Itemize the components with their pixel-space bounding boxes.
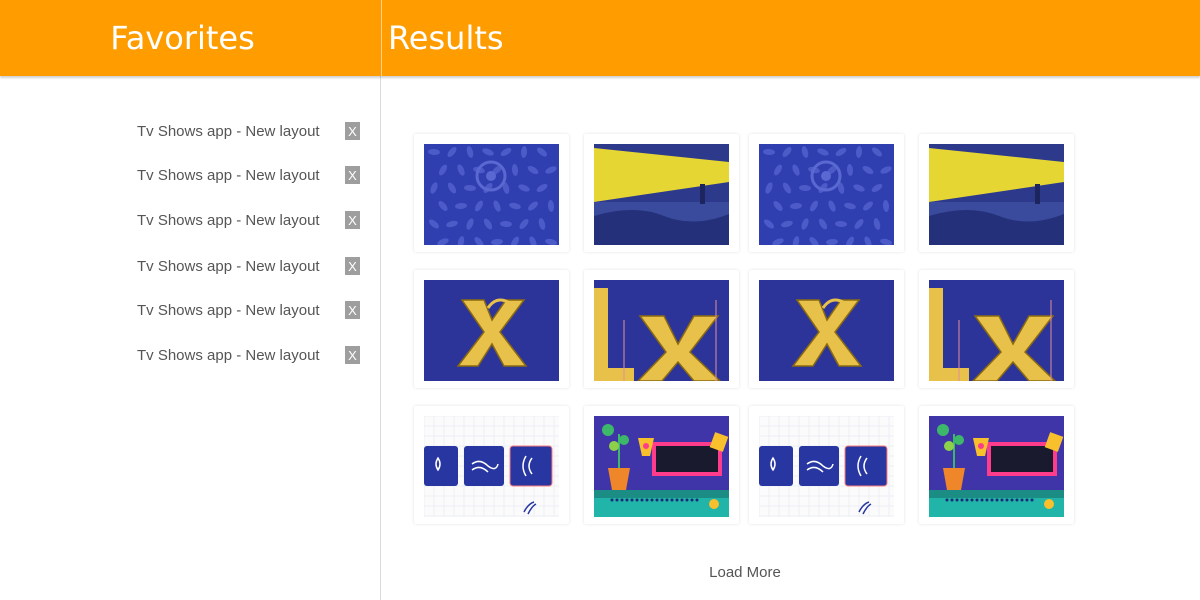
remove-favorite-button[interactable]: X <box>345 166 360 184</box>
letter-lx-thumbnail[interactable] <box>929 280 1064 381</box>
remove-favorite-button[interactable]: X <box>345 122 360 140</box>
blue-pattern-thumbnail[interactable] <box>759 144 894 245</box>
load-more-button[interactable]: Load More <box>702 564 788 581</box>
result-card[interactable] <box>414 270 569 388</box>
water-icons-thumbnail[interactable] <box>759 416 894 517</box>
favorite-label[interactable]: Tv Shows app - New layout <box>137 123 320 140</box>
letter-x-thumbnail[interactable] <box>759 280 894 381</box>
favorites-header: Favorites <box>0 0 381 76</box>
result-card[interactable] <box>749 406 904 524</box>
app-header: Favorites Results <box>0 0 1200 76</box>
flower-illustration-thumbnail[interactable] <box>594 416 729 517</box>
result-card[interactable] <box>414 406 569 524</box>
favorite-label[interactable]: Tv Shows app - New layout <box>137 212 320 229</box>
lighthouse-thumbnail[interactable] <box>929 144 1064 245</box>
result-card[interactable] <box>749 270 904 388</box>
results-panel: Load More <box>382 76 1200 600</box>
result-card[interactable] <box>584 134 739 252</box>
result-card[interactable] <box>584 406 739 524</box>
result-card[interactable] <box>584 270 739 388</box>
header-divider <box>381 0 382 76</box>
letter-lx-thumbnail[interactable] <box>594 280 729 381</box>
favorite-label[interactable]: Tv Shows app - New layout <box>137 302 320 319</box>
favorite-item[interactable]: Tv Shows app - New layout X <box>137 121 360 141</box>
results-header: Results <box>388 0 504 76</box>
blue-pattern-thumbnail[interactable] <box>424 144 559 245</box>
letter-x-thumbnail[interactable] <box>424 280 559 381</box>
favorite-item[interactable]: Tv Shows app - New layout X <box>137 256 360 276</box>
result-card[interactable] <box>919 406 1074 524</box>
lighthouse-thumbnail[interactable] <box>594 144 729 245</box>
remove-favorite-button[interactable]: X <box>345 211 360 229</box>
result-card[interactable] <box>749 134 904 252</box>
results-title: Results <box>388 19 504 57</box>
result-card[interactable] <box>919 134 1074 252</box>
remove-favorite-button[interactable]: X <box>345 346 360 364</box>
result-card[interactable] <box>414 134 569 252</box>
remove-favorite-button[interactable]: X <box>345 257 360 275</box>
remove-favorite-button[interactable]: X <box>345 301 360 319</box>
favorite-item[interactable]: Tv Shows app - New layout X <box>137 300 360 320</box>
favorite-item[interactable]: Tv Shows app - New layout X <box>137 345 360 365</box>
flower-illustration-thumbnail[interactable] <box>929 416 1064 517</box>
favorite-label[interactable]: Tv Shows app - New layout <box>137 347 320 364</box>
favorite-item[interactable]: Tv Shows app - New layout X <box>137 165 360 185</box>
favorite-label[interactable]: Tv Shows app - New layout <box>137 167 320 184</box>
result-card[interactable] <box>919 270 1074 388</box>
favorites-title: Favorites <box>110 19 255 57</box>
favorite-item[interactable]: Tv Shows app - New layout X <box>137 210 360 230</box>
favorite-label[interactable]: Tv Shows app - New layout <box>137 258 320 275</box>
water-icons-thumbnail[interactable] <box>424 416 559 517</box>
favorites-sidebar: Tv Shows app - New layout X Tv Shows app… <box>0 76 381 600</box>
